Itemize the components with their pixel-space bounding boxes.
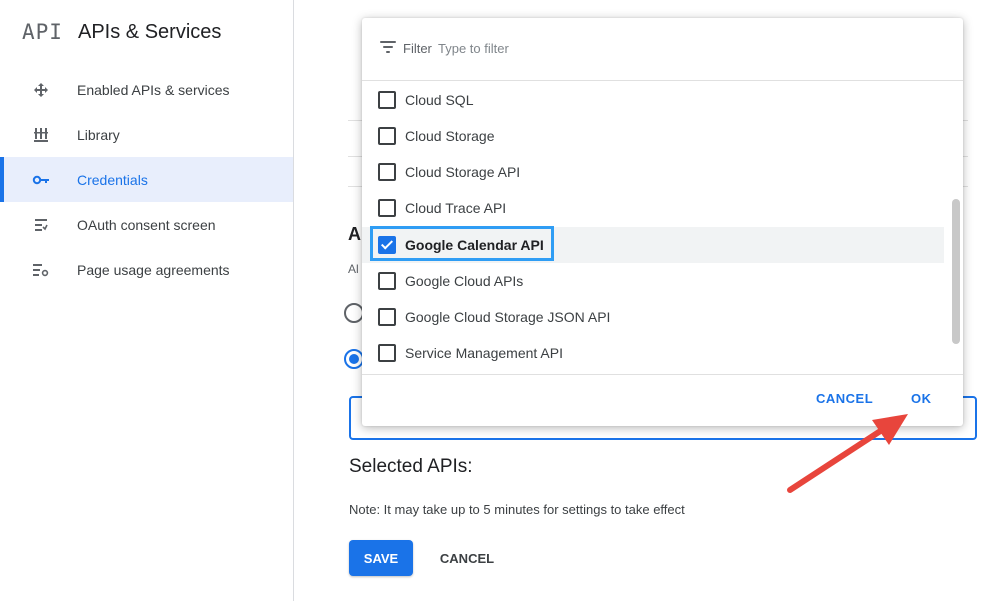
sidebar: API APIs & Services Enabled APIs & servi… [0, 0, 294, 601]
option-cloud-storage[interactable]: Cloud Storage [362, 118, 944, 154]
sidebar-item-label: Credentials [77, 171, 148, 188]
settings-note: Note: It may take up to 5 minutes for se… [349, 502, 685, 517]
option-label: Google Cloud Storage JSON API [405, 309, 611, 325]
selected-apis-heading: Selected APIs: [349, 456, 473, 477]
brand: API APIs & Services [22, 18, 221, 46]
enabled-apis-icon [32, 81, 50, 99]
option-label: Cloud SQL [405, 92, 474, 108]
product-title: APIs & Services [78, 20, 222, 43]
option-list: Cloud SQL Cloud Storage Cloud Storage AP… [362, 82, 950, 374]
oauth-consent-icon [32, 216, 50, 234]
scrollbar-thumb[interactable] [952, 199, 960, 344]
cancel-button[interactable]: CANCEL [430, 540, 504, 576]
restriction-radio-unselected[interactable] [344, 303, 364, 323]
filter-input[interactable] [438, 37, 638, 59]
checkbox[interactable] [378, 91, 396, 109]
sidebar-item-page-usage[interactable]: Page usage agreements [0, 247, 293, 292]
sidebar-nav: Enabled APIs & services Library Credenti… [0, 67, 293, 278]
dropdown-cancel-button[interactable]: CANCEL [808, 387, 881, 410]
option-label: Google Cloud APIs [405, 273, 524, 289]
restriction-radio-selected[interactable] [344, 349, 364, 369]
section-heading: A [348, 224, 361, 244]
check-icon [380, 237, 394, 250]
filter-bar: Filter [362, 18, 963, 81]
dropdown-ok-button[interactable]: OK [903, 387, 940, 410]
option-cloud-sql[interactable]: Cloud SQL [362, 82, 944, 118]
key-icon [32, 171, 50, 189]
api-select-dropdown: Filter Cloud SQL Cloud Storage Cloud Sto… [362, 18, 963, 426]
save-button[interactable]: SAVE [349, 540, 413, 576]
option-label: Cloud Trace API [405, 200, 507, 216]
api-logo: API [22, 20, 63, 44]
sidebar-item-oauth-consent[interactable]: OAuth consent screen [0, 202, 293, 247]
filter-label: Filter [403, 41, 432, 56]
section-description: Al [348, 262, 359, 276]
filter-list-icon [380, 41, 396, 53]
option-label: Service Management API [405, 345, 563, 361]
option-label: Google Calendar API [405, 237, 544, 253]
library-icon [32, 126, 50, 144]
option-service-management-api[interactable]: Service Management API [362, 335, 944, 371]
checkbox[interactable] [378, 344, 396, 362]
sidebar-item-enabled-apis[interactable]: Enabled APIs & services [0, 67, 293, 112]
checkbox-checked[interactable] [378, 236, 396, 254]
option-google-cloud-storage-json-api[interactable]: Google Cloud Storage JSON API [362, 299, 944, 335]
option-label: Cloud Storage [405, 128, 495, 144]
checkbox[interactable] [378, 163, 396, 181]
page-usage-settings-icon [32, 261, 50, 279]
sidebar-item-label: Library [77, 126, 120, 143]
checkbox[interactable] [378, 272, 396, 290]
option-google-cloud-apis[interactable]: Google Cloud APIs [362, 263, 944, 299]
sidebar-item-credentials[interactable]: Credentials [0, 157, 293, 202]
sidebar-item-library[interactable]: Library [0, 112, 293, 157]
dropdown-footer: CANCEL OK [362, 374, 963, 427]
option-google-calendar-api[interactable]: Google Calendar API [362, 227, 944, 263]
sidebar-item-label: Enabled APIs & services [77, 81, 230, 98]
sidebar-item-label: OAuth consent screen [77, 216, 216, 233]
option-label: Cloud Storage API [405, 164, 521, 180]
checkbox[interactable] [378, 308, 396, 326]
checkbox[interactable] [378, 199, 396, 217]
option-list-scrollbar[interactable] [951, 82, 961, 374]
option-cloud-storage-api[interactable]: Cloud Storage API [362, 154, 944, 190]
sidebar-item-label: Page usage agreements [77, 261, 230, 278]
option-cloud-trace-api[interactable]: Cloud Trace API [362, 190, 944, 226]
checkbox[interactable] [378, 127, 396, 145]
